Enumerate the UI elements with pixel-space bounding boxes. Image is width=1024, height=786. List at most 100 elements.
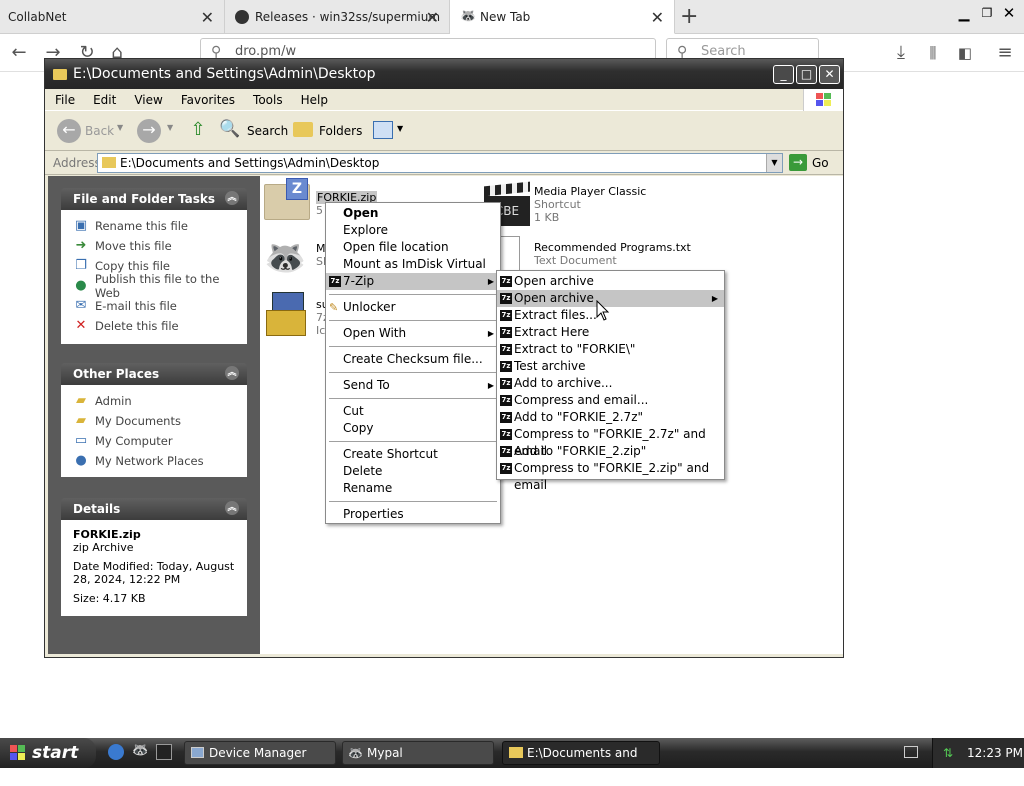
- place-my-computer[interactable]: ▭ My Computer: [61, 431, 247, 451]
- task-delete[interactable]: ✕ Delete this file: [61, 316, 247, 336]
- menu-item-cut[interactable]: Cut: [326, 403, 500, 420]
- close-browser-icon[interactable]: ✕: [1000, 4, 1018, 22]
- menu-item-copy[interactable]: Copy: [326, 420, 500, 437]
- raccoon-shortcut-icon[interactable]: 🦝: [264, 236, 312, 280]
- keyboard-tray-icon[interactable]: [904, 746, 918, 758]
- collapse-chevron-icon[interactable]: ︽: [225, 191, 239, 205]
- mpc-quicklaunch-icon[interactable]: [156, 744, 172, 760]
- window-titlebar[interactable]: E:\Documents and Settings\Admin\Desktop …: [45, 59, 843, 89]
- other-places-header[interactable]: Other Places ︽: [61, 363, 247, 385]
- close-tab-icon[interactable]: ✕: [651, 8, 664, 27]
- 7zip-extract-here[interactable]: 7z Extract Here: [497, 324, 724, 341]
- folders-icon[interactable]: [293, 122, 313, 137]
- 7zip-add-to-zip[interactable]: 7z Add to "FORKIE_2.zip": [497, 443, 724, 460]
- menu-item-properties[interactable]: Properties: [326, 506, 500, 523]
- search-icon[interactable]: 🔍: [219, 119, 241, 143]
- installer-icon[interactable]: [264, 292, 310, 338]
- menu-tools[interactable]: Tools: [243, 93, 291, 107]
- minimize-icon[interactable]: _: [773, 65, 794, 84]
- menu-item-open[interactable]: Open: [326, 205, 500, 222]
- tab-new-tab[interactable]: 🦝 New Tab ✕: [450, 0, 675, 34]
- chevron-down-icon[interactable]: ▼: [117, 123, 123, 132]
- 7zip-open-archive-submenu[interactable]: 7z Open archive ▶: [497, 290, 724, 307]
- address-input[interactable]: E:\Documents and Settings\Admin\Desktop …: [97, 153, 783, 173]
- hamburger-menu-icon[interactable]: ≡: [994, 42, 1016, 64]
- ie-quicklaunch-icon[interactable]: [108, 744, 124, 760]
- menu-item-send-to[interactable]: Send To ▶: [326, 377, 500, 394]
- search-button[interactable]: Search: [247, 124, 288, 138]
- chevron-down-icon[interactable]: ▼: [397, 124, 403, 133]
- 7zip-test-archive[interactable]: 7z Test archive: [497, 358, 724, 375]
- forward-icon[interactable]: →: [137, 119, 161, 143]
- go-button[interactable]: Go: [812, 156, 829, 170]
- back-icon[interactable]: ←: [57, 119, 81, 143]
- download-icon[interactable]: ⤓: [890, 42, 912, 64]
- menu-item-create-shortcut[interactable]: Create Shortcut: [326, 446, 500, 463]
- menu-item-open-file-location[interactable]: Open file location: [326, 239, 500, 256]
- collapse-chevron-icon[interactable]: ︽: [225, 501, 239, 515]
- menu-view[interactable]: View: [124, 93, 170, 107]
- details-header[interactable]: Details ︽: [61, 498, 247, 520]
- library-icon[interactable]: ⫼: [922, 42, 944, 64]
- place-admin[interactable]: ▰ Admin: [61, 391, 247, 411]
- 7zip-add-to-7z[interactable]: 7z Add to "FORKIE_2.7z": [497, 409, 724, 426]
- 7zip-extract-files[interactable]: 7z Extract files...: [497, 307, 724, 324]
- task-move[interactable]: ➜ Move this file: [61, 236, 247, 256]
- 7zip-extract-to-folder[interactable]: 7z Extract to "FORKIE\": [497, 341, 724, 358]
- menu-help[interactable]: Help: [291, 93, 336, 107]
- back-arrow-icon[interactable]: ←: [8, 42, 30, 64]
- new-tab-icon[interactable]: +: [680, 4, 698, 29]
- file-folder-tasks-header[interactable]: File and Folder Tasks ︽: [61, 188, 247, 210]
- zip-file-icon[interactable]: Z: [264, 178, 312, 222]
- collapse-chevron-icon[interactable]: ︽: [225, 366, 239, 380]
- place-my-documents[interactable]: ▰ My Documents: [61, 411, 247, 431]
- file-name[interactable]: Recommended Programs.txt: [534, 241, 691, 254]
- system-tray: ⇅ 12:23 PM: [932, 738, 1024, 768]
- menu-item-7zip[interactable]: 7z 7-Zip ▶: [326, 273, 500, 290]
- 7zip-compress-and-email[interactable]: 7z Compress and email...: [497, 392, 724, 409]
- taskbar-mypal[interactable]: 🦝 Mypal: [342, 741, 494, 765]
- start-button[interactable]: start: [0, 738, 96, 768]
- chevron-down-icon[interactable]: ▼: [167, 123, 173, 132]
- chevron-down-icon[interactable]: ▼: [766, 154, 782, 172]
- restore-browser-icon[interactable]: ❐: [978, 6, 996, 24]
- close-icon[interactable]: ✕: [819, 65, 840, 84]
- task-publish[interactable]: ● Publish this file to the Web: [61, 272, 247, 300]
- 7zip-compress-7z-email[interactable]: 7z Compress to "FORKIE_2.7z" and email: [497, 426, 724, 458]
- maximize-icon[interactable]: □: [796, 65, 817, 84]
- menu-item-explore[interactable]: Explore: [326, 222, 500, 239]
- minimize-browser-icon[interactable]: ▁: [955, 6, 973, 24]
- tab-releases[interactable]: Releases · win32ss/supermium ✕: [225, 0, 450, 34]
- 7zip-compress-zip-email[interactable]: 7z Compress to "FORKIE_2.zip" and email: [497, 460, 724, 492]
- views-icon[interactable]: [373, 121, 393, 139]
- 7zip-open-archive[interactable]: 7z Open archive: [497, 273, 724, 290]
- menu-edit[interactable]: Edit: [83, 93, 124, 107]
- clock[interactable]: 12:23 PM: [967, 738, 1023, 768]
- taskbar-explorer-active[interactable]: E:\Documents and Se...: [502, 741, 660, 782]
- network-tray-icon[interactable]: ⇅: [943, 738, 953, 768]
- menu-separator: [329, 441, 497, 442]
- close-tab-icon[interactable]: ✕: [201, 8, 214, 27]
- file-name[interactable]: Media Player Classic: [534, 185, 646, 198]
- tab-collabnet[interactable]: CollabNet ✕: [0, 0, 225, 34]
- task-rename[interactable]: ▣ Rename this file: [61, 216, 247, 236]
- menu-item-create-checksum[interactable]: Create Checksum file...: [326, 351, 500, 368]
- menu-favorites[interactable]: Favorites: [171, 93, 243, 107]
- mypal-quicklaunch-icon[interactable]: 🦝: [132, 743, 148, 758]
- place-my-network[interactable]: ● My Network Places: [61, 451, 247, 471]
- menu-item-rename[interactable]: Rename: [326, 480, 500, 497]
- sidebar-toggle-icon[interactable]: ◧: [954, 42, 976, 64]
- taskbar-device-manager[interactable]: Device Manager: [184, 741, 336, 765]
- menu-item-delete[interactable]: Delete: [326, 463, 500, 480]
- 7zip-add-to-archive[interactable]: 7z Add to archive...: [497, 375, 724, 392]
- menu-item-mount-imdisk[interactable]: Mount as ImDisk Virtual Disk: [326, 256, 500, 288]
- 7zip-icon: 7z: [500, 446, 512, 457]
- up-folder-icon[interactable]: ⇧: [187, 119, 209, 143]
- menu-file[interactable]: File: [45, 93, 83, 107]
- close-tab-icon[interactable]: ✕: [426, 8, 439, 27]
- go-arrow-icon[interactable]: →: [789, 154, 807, 171]
- folders-button[interactable]: Folders: [319, 124, 362, 138]
- back-label[interactable]: Back: [85, 124, 114, 138]
- menu-item-open-with[interactable]: Open With ▶: [326, 325, 500, 342]
- menu-item-unlocker[interactable]: ✎ Unlocker: [326, 299, 500, 316]
